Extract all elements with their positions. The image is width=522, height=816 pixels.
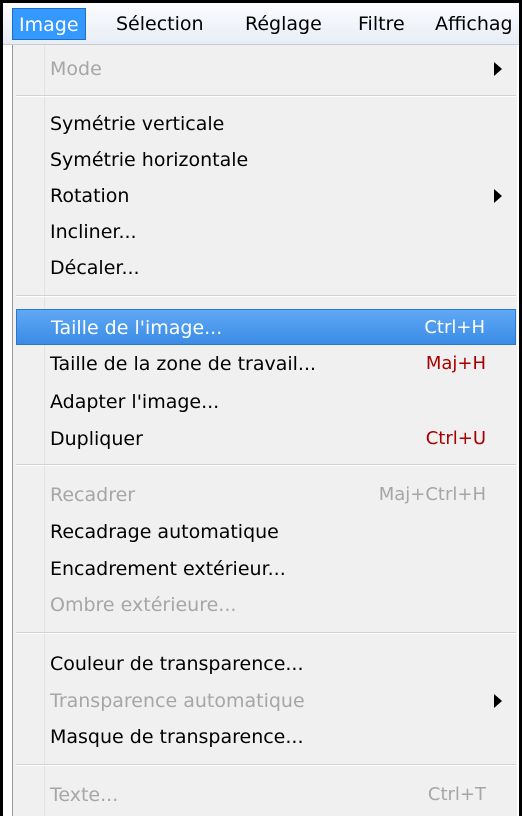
- menu-item-label: Encadrement extérieur...: [50, 558, 286, 580]
- menu-item-recadrage-automatique[interactable]: Recadrage automatique: [16, 514, 516, 550]
- menu-item-mode[interactable]: Mode: [16, 51, 516, 87]
- menu-item-taille-image[interactable]: Taille de l'image... Ctrl+H: [16, 309, 516, 345]
- menu-bar: Image Sélection Réglage Filtre Affichag: [3, 3, 519, 45]
- menubar-affichage[interactable]: Affichag: [429, 8, 519, 40]
- menu-separator: [16, 464, 516, 466]
- menu-item-taille-zone-travail[interactable]: Taille de la zone de travail... Maj+H: [16, 346, 516, 382]
- menu-item-symetrie-horizontale[interactable]: Symétrie horizontale: [16, 142, 516, 178]
- submenu-arrow-icon: [494, 694, 502, 708]
- menu-item-label: Incliner...: [50, 221, 137, 243]
- menu-item-label: Mode: [50, 58, 102, 80]
- menu-item-shortcut: Maj+Ctrl+H: [378, 484, 486, 505]
- menu-item-label: Masque de transparence...: [50, 726, 304, 748]
- menu-item-texte[interactable]: Texte... Ctrl+T: [16, 777, 516, 813]
- menu-item-label: Texte...: [50, 784, 119, 806]
- submenu-arrow-icon: [494, 62, 502, 76]
- menu-item-shortcut: Ctrl+H: [424, 317, 485, 338]
- menu-item-shortcut: Ctrl+U: [425, 428, 486, 449]
- menu-separator: [16, 295, 516, 297]
- menu-item-label: Recadrage automatique: [50, 521, 279, 543]
- menu-item-masque-transparence[interactable]: Masque de transparence...: [16, 719, 516, 755]
- menu-item-label: Rotation: [50, 185, 130, 207]
- menu-item-decaler[interactable]: Décaler...: [16, 250, 516, 286]
- menu-item-rotation[interactable]: Rotation: [16, 178, 516, 214]
- menu-item-incliner[interactable]: Incliner...: [16, 214, 516, 250]
- image-dropdown-menu: Mode Symétrie verticale Symétrie horizon…: [12, 45, 517, 816]
- menu-item-couleur-transparence[interactable]: Couleur de transparence...: [16, 646, 516, 682]
- screenshot-frame: Image Sélection Réglage Filtre Affichag …: [0, 0, 522, 816]
- menu-separator: [16, 95, 516, 97]
- menubar-selection[interactable]: Sélection: [110, 8, 210, 40]
- menu-item-shortcut: Ctrl+T: [427, 784, 486, 805]
- frame-border-left: [0, 0, 3, 816]
- menubar-filtre[interactable]: Filtre: [352, 8, 411, 40]
- submenu-arrow-icon: [494, 189, 502, 203]
- menu-item-label: Taille de la zone de travail...: [50, 353, 317, 375]
- menu-item-label: Dupliquer: [50, 428, 143, 450]
- menu-item-encadrement-exterieur[interactable]: Encadrement extérieur...: [16, 551, 516, 587]
- menu-item-adapter-image[interactable]: Adapter l'image...: [16, 384, 516, 420]
- menu-item-label: Taille de l'image...: [51, 317, 223, 339]
- menu-item-label: Adapter l'image...: [50, 391, 220, 413]
- menu-item-label: Recadrer: [50, 484, 136, 506]
- menu-item-label: Couleur de transparence...: [50, 653, 304, 675]
- menu-item-symetrie-verticale[interactable]: Symétrie verticale: [16, 106, 516, 142]
- menu-separator: [16, 764, 516, 766]
- menubar-image[interactable]: Image: [12, 8, 86, 40]
- menu-item-label: Ombre extérieure...: [50, 594, 237, 616]
- menu-item-transparence-automatique[interactable]: Transparence automatique: [16, 683, 516, 719]
- menu-separator: [16, 632, 516, 634]
- menu-item-shortcut: Maj+H: [425, 353, 486, 374]
- menubar-reglage[interactable]: Réglage: [239, 8, 328, 40]
- menu-item-dupliquer[interactable]: Dupliquer Ctrl+U: [16, 421, 516, 457]
- menu-item-label: Symétrie verticale: [50, 113, 225, 135]
- menu-item-ombre-exterieure[interactable]: Ombre extérieure...: [16, 587, 516, 623]
- menu-item-label: Transparence automatique: [50, 690, 305, 712]
- menu-item-label: Décaler...: [50, 257, 140, 279]
- menu-item-label: Symétrie horizontale: [50, 149, 249, 171]
- menu-item-recadrer[interactable]: Recadrer Maj+Ctrl+H: [16, 477, 516, 513]
